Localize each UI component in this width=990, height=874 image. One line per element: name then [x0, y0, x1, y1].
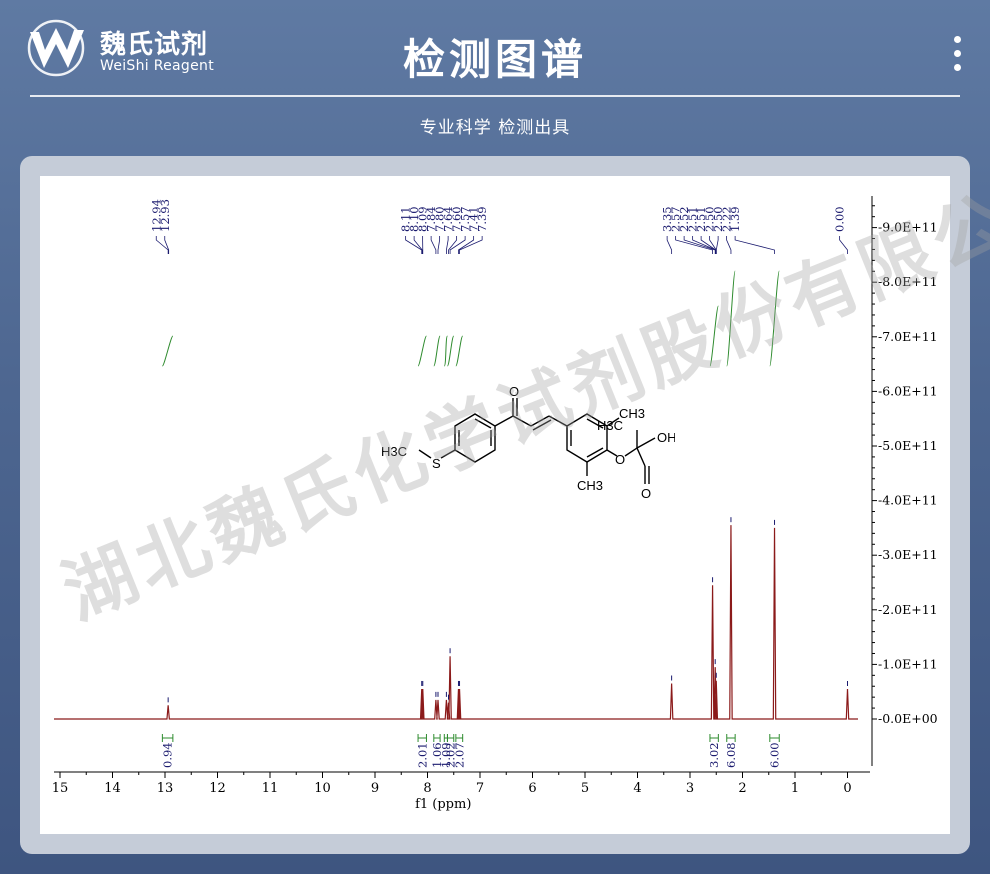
integral-curve: [417, 335, 427, 367]
x-tick-label: 10: [314, 781, 331, 796]
peak-label-leader: [839, 236, 848, 254]
integral-curve: [709, 305, 719, 367]
x-tick-label: 7: [476, 781, 484, 796]
integral-curve: [726, 270, 736, 367]
molecule-structure: H3C S O H3C CH3 CH3 O OH O: [381, 386, 675, 501]
y-tick-label: -7.0E+11: [878, 329, 938, 344]
peak-label-leader: [683, 236, 716, 254]
x-axis-label: f1 (ppm): [415, 797, 471, 812]
more-dots-icon: [954, 64, 961, 71]
y-tick-label: -8.0E+11: [878, 274, 938, 289]
mol-sulfur: S: [432, 456, 441, 471]
y-tick-label: -1.0E+11: [878, 656, 938, 671]
page-title: 检测图谱: [402, 35, 587, 84]
peak-label-leader: [405, 236, 423, 254]
mol-h3c-s: H3C: [381, 444, 407, 459]
x-tick-label: 5: [581, 781, 589, 796]
integral-curve: [446, 335, 455, 367]
integral-curve: [433, 335, 441, 367]
peak-label-leader: [459, 236, 483, 254]
more-menu-button[interactable]: [944, 32, 970, 76]
x-tick-label: 4: [633, 781, 641, 796]
integral-curve: [769, 270, 780, 367]
mol-ketone-o: O: [509, 386, 519, 399]
peak-label-leader: [430, 236, 437, 254]
peak-label: 1.39: [728, 206, 742, 232]
y-tick-label: -4.0E+11: [878, 493, 938, 508]
peak-label-leader: [446, 236, 449, 254]
y-tick-label: -2.0E+11: [878, 602, 938, 617]
y-tick-label: -3.0E+11: [878, 547, 938, 562]
spectrum-trace: [54, 525, 858, 720]
peak-label: 7.39: [475, 206, 489, 232]
integral-value: 2.07: [452, 742, 466, 768]
integral-value: 3.02: [707, 742, 721, 768]
mol-ch3-top: CH3: [619, 406, 645, 421]
peak-label-leader: [726, 236, 732, 254]
x-tick-label: 15: [52, 781, 69, 796]
mol-oh: OH: [657, 430, 675, 445]
mol-ether-o: O: [615, 452, 625, 467]
x-tick-label: 2: [738, 781, 746, 796]
peak-label: 0.00: [833, 206, 847, 232]
peak-label-leader: [734, 236, 775, 254]
peak-label-leader: [666, 236, 673, 254]
x-tick-label: 13: [157, 781, 174, 796]
integral-value: 0.94: [161, 742, 175, 768]
x-tick-label: 11: [262, 781, 279, 796]
x-tick-label: 12: [209, 781, 226, 796]
x-tick-label: 8: [423, 781, 431, 796]
y-tick-label: -0.0E+00: [878, 711, 938, 726]
mol-acid-o: O: [641, 486, 651, 501]
x-tick-label: 9: [371, 781, 379, 796]
x-tick-label: 3: [686, 781, 694, 796]
page-subtitle: 专业科学 检测出具: [419, 118, 571, 138]
x-tick-label: 1: [791, 781, 799, 796]
x-tick-label: 0: [843, 781, 851, 796]
integral-curve: [455, 335, 464, 367]
integral-curve: [161, 335, 174, 367]
integral-curve: [443, 335, 448, 367]
header-divider: [30, 95, 960, 97]
header: 魏氏试剂 WeiShi Reagent 检测图谱 专业科学 检测出具: [0, 0, 990, 150]
y-tick-label: -5.0E+11: [878, 438, 938, 453]
more-dots-icon: [954, 50, 961, 57]
peak-label-leader: [675, 236, 713, 254]
peak-label: 12.93: [158, 199, 172, 232]
nmr-plot-area: -0.0E+00 -1.0E+11 -2.0E+11 -3.0E+11 -4.0E+11…: [40, 176, 950, 834]
peak-label-leader: [715, 236, 719, 254]
y-tick-label: -6.0E+11: [878, 383, 938, 398]
more-dots-icon: [954, 36, 961, 43]
peak-label-leader: [413, 236, 423, 254]
peak-label-leader: [437, 236, 441, 254]
x-tick-label: 14: [104, 781, 121, 796]
integral-value: 2.01: [415, 742, 429, 768]
integral-value: 6.00: [768, 742, 782, 768]
mol-ch3-bottom: CH3: [577, 478, 603, 493]
integral-value: 6.08: [724, 742, 738, 768]
y-tick-label: -9.0E+11: [878, 220, 938, 235]
x-tick-label: 6: [528, 781, 536, 796]
